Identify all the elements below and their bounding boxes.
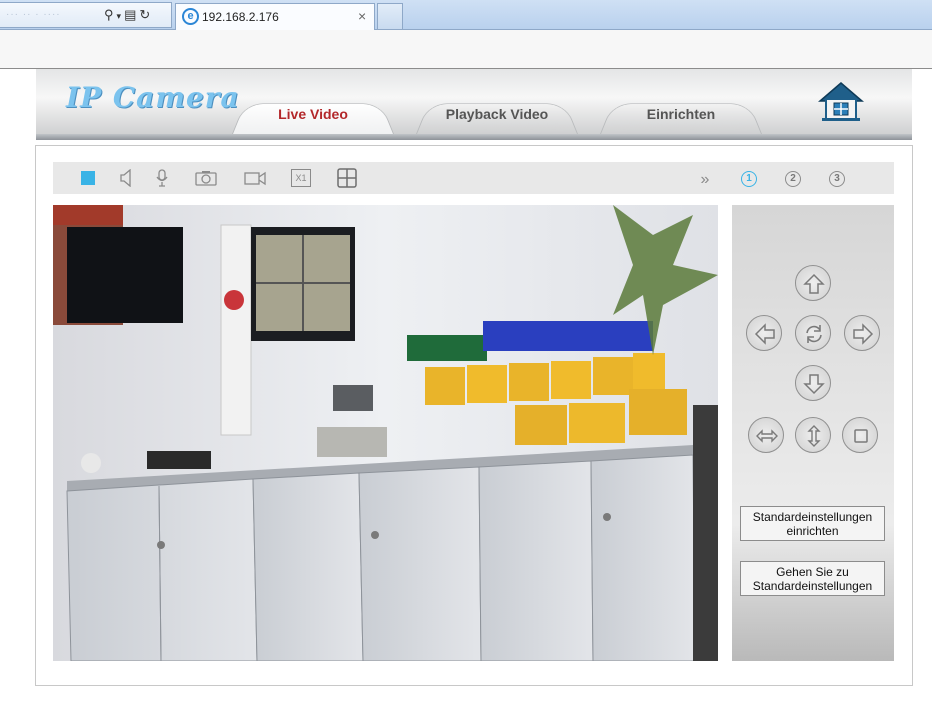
button-label: Standardeinstellungen (752, 510, 873, 524)
search-icon[interactable]: ⚲ (104, 7, 114, 23)
header-base (36, 134, 912, 140)
tab-title: 192.168.2.176 (202, 10, 279, 24)
stop-icon[interactable] (842, 417, 878, 453)
goto-default-button[interactable]: Gehen Sie zu Standardeinstellungen (740, 561, 885, 596)
tab-einrichten[interactable]: Einrichten (586, 95, 776, 134)
close-icon[interactable]: × (358, 8, 366, 24)
double-chevron-right-icon[interactable]: » (697, 171, 713, 189)
home-icon[interactable] (817, 81, 865, 123)
button-label: einrichten (786, 524, 839, 538)
tab-playback-video[interactable]: Playback Video (402, 95, 592, 134)
stream-1-button[interactable]: 1 (741, 171, 757, 187)
left-arrow-icon[interactable] (746, 315, 782, 351)
stream-3-button[interactable]: 3 (829, 171, 845, 187)
ip-camera-logo: IP Camera (66, 81, 240, 114)
set-default-button[interactable]: Standardeinstellungen einrichten (740, 506, 885, 541)
live-video-feed[interactable] (53, 205, 718, 661)
right-arrow-icon[interactable] (844, 315, 880, 351)
dropdown-icon[interactable]: ▾ (117, 11, 122, 22)
play-stop-icon[interactable] (79, 169, 97, 187)
live-video-panel: X1 » 1 2 3 Standardeinstellungen einrich… (35, 145, 913, 686)
browser-tab-bar: ··· ·· · ···· ⚲ ▾ ▤ ↻ e 192.168.2.176 × (0, 0, 932, 30)
ie-icon: e (182, 8, 199, 25)
tab-label: Live Video (278, 106, 348, 122)
browser-toolbar (0, 30, 932, 69)
video-toolbar: X1 » 1 2 3 (53, 162, 894, 194)
down-arrow-icon[interactable] (795, 365, 831, 401)
tab-live-video[interactable]: Live Video (218, 95, 408, 134)
compatibility-icon[interactable]: ▤ (124, 7, 136, 23)
ptz-control-panel: Standardeinstellungen einrichten Gehen S… (732, 205, 894, 661)
button-label: Standardeinstellungen (752, 579, 873, 593)
speaker-icon[interactable] (117, 169, 135, 187)
button-label: Gehen Sie zu (776, 565, 849, 579)
stream-2-button[interactable]: 2 (785, 171, 801, 187)
camera-header: IP Camera Live Video Playback Video Einr… (36, 69, 912, 140)
zoom-x1-icon[interactable]: X1 (291, 169, 311, 187)
snapshot-camera-icon[interactable] (194, 169, 218, 187)
horizontal-patrol-icon[interactable] (748, 417, 784, 453)
vertical-patrol-icon[interactable] (795, 417, 831, 453)
new-tab-button[interactable] (377, 3, 403, 29)
grid-split-icon[interactable] (337, 168, 357, 188)
address-bar[interactable]: ··· ·· · ···· ⚲ ▾ ▤ ↻ (0, 2, 172, 28)
tab-label: Einrichten (646, 106, 716, 122)
up-arrow-icon[interactable] (795, 265, 831, 301)
tab-label: Playback Video (445, 106, 549, 122)
rotate-icon[interactable] (795, 315, 831, 351)
address-text: ··· ·· · ···· (6, 9, 61, 20)
microphone-icon[interactable] (153, 169, 171, 187)
browser-tab-active[interactable]: e 192.168.2.176 × (175, 3, 375, 30)
record-video-icon[interactable] (243, 169, 267, 187)
refresh-icon[interactable]: ↻ (139, 7, 150, 23)
